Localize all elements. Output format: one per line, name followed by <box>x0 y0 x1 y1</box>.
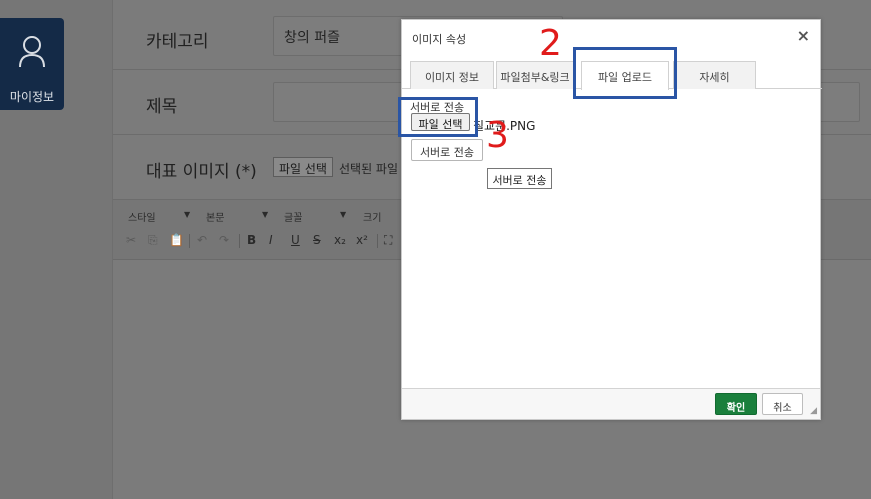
undo-icon[interactable]: ↶ <box>197 233 207 247</box>
image-file-text: 선택된 파일 ' <box>339 162 406 176</box>
chevron-down-icon: ▼ <box>184 210 191 219</box>
bold-button[interactable]: B <box>247 233 256 247</box>
ok-button[interactable]: 확인 <box>715 393 757 415</box>
italic-button[interactable]: I <box>269 233 273 247</box>
tab-image-info[interactable]: 이미지 정보 <box>410 61 494 89</box>
strike-button[interactable]: S <box>313 233 321 247</box>
toolbar-divider <box>189 234 190 248</box>
annotation-box-step3 <box>398 97 478 137</box>
style-select[interactable]: 스타일 <box>128 209 156 224</box>
user-icon <box>19 36 45 68</box>
chevron-down-icon: ▼ <box>340 210 347 219</box>
chevron-down-icon: ▼ <box>262 210 269 219</box>
dialog-footer: 확인 취소 ◢ <box>402 388 820 419</box>
title-label: 제목 <box>146 97 178 117</box>
tooltip: 서버로 전송 <box>487 168 552 189</box>
send-to-server-button[interactable]: 서버로 전송 <box>411 139 483 161</box>
tab-advanced[interactable]: 자세히 <box>673 61 756 89</box>
image-label: 대표 이미지 (*) <box>146 162 257 182</box>
image-file-button[interactable]: 파일 선택 <box>273 157 333 177</box>
font-select[interactable]: 글꼴 <box>284 209 302 224</box>
size-select[interactable]: 크기 <box>363 209 381 224</box>
paste-icon[interactable]: 📋 <box>169 233 184 247</box>
redo-icon[interactable]: ↷ <box>219 233 229 247</box>
copy-icon[interactable]: ⎘ <box>148 233 158 248</box>
superscript-button[interactable]: x² <box>356 233 368 247</box>
cut-icon[interactable]: ✂ <box>126 233 136 247</box>
underline-button[interactable]: U <box>291 233 300 247</box>
annotation-box-step2 <box>573 47 677 99</box>
mypage-button[interactable]: 마이정보 <box>0 18 64 110</box>
category-label: 카테고리 <box>146 32 209 52</box>
maximize-icon[interactable]: ⛶ <box>384 233 392 248</box>
sidebar: 마이정보 <box>0 0 113 499</box>
toolbar-divider <box>377 234 378 248</box>
dialog-title: 이미지 속성 <box>412 33 467 46</box>
annotation-step2: 2 <box>539 23 562 64</box>
paragraph-select[interactable]: 본문 <box>206 209 224 224</box>
annotation-step3: 3 <box>486 115 509 156</box>
close-icon[interactable]: × <box>797 26 810 45</box>
subscript-button[interactable]: x₂ <box>334 233 346 247</box>
tab-attach-link[interactable]: 파일첨부&링크 <box>496 61 574 89</box>
cancel-button[interactable]: 취소 <box>762 393 803 415</box>
resize-handle-icon[interactable]: ◢ <box>810 406 817 416</box>
mypage-label: 마이정보 <box>9 90 55 104</box>
toolbar-divider <box>239 234 240 248</box>
